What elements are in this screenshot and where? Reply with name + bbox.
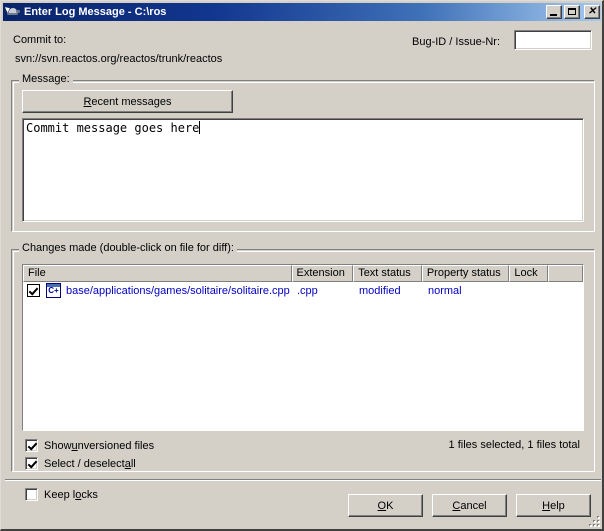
file-cell: C+ base/applications/games/solitaire/soli… — [23, 283, 293, 298]
column-header-text-status[interactable]: Text status — [353, 265, 422, 282]
commit-url-text: svn://svn.reactos.org/reactos/trunk/reac… — [15, 53, 223, 65]
maximize-button[interactable] — [564, 5, 580, 19]
show-unversioned-files-checkbox[interactable]: Show u nversioned files — [25, 439, 154, 452]
footer-separator — [5, 479, 601, 481]
cancel-accel: C — [452, 499, 461, 512]
select-deselect-all-checkbox[interactable]: Select / deselect a ll — [25, 457, 136, 470]
window-title: Enter Log Message - C:\ros — [24, 6, 167, 18]
bug-id-label: Bug-ID / Issue-Nr: — [412, 36, 501, 48]
list-header: File Extension Text status Property status L… — [23, 265, 583, 282]
ok-label: K — [386, 499, 394, 512]
show-unversioned-label-pre: Show — [44, 439, 72, 452]
close-button[interactable]: ✕ — [584, 5, 600, 19]
help-accel: H — [542, 499, 551, 512]
list-body[interactable]: C+ base/applications/games/solitaire/soli… — [23, 282, 583, 430]
column-header-extension[interactable]: Extension — [291, 265, 354, 282]
cancel-label: ancel — [460, 499, 487, 512]
column-header-lock[interactable]: Lock — [509, 265, 549, 282]
file-path: base/applications/games/solitaire/solita… — [66, 284, 290, 297]
bug-id-input[interactable] — [514, 30, 592, 50]
select-deselect-label-pre: Select / deselect — [44, 457, 125, 470]
tortoisesvn-icon — [4, 4, 21, 20]
recent-messages-label: ecent messages — [91, 95, 172, 108]
column-header-property-status[interactable]: Property status — [421, 265, 510, 282]
minimize-button[interactable] — [546, 5, 562, 19]
keep-locks-label-pre: Keep l — [44, 488, 76, 501]
select-deselect-checkbox-box[interactable] — [25, 457, 38, 470]
title-bar[interactable]: Enter Log Message - C:\ros ✕ — [3, 3, 601, 21]
keep-locks-checkbox[interactable]: Keep l o cks — [25, 488, 98, 501]
keep-locks-checkbox-box[interactable] — [25, 488, 38, 501]
enter-log-message-dialog: Enter Log Message - C:\ros ✕ Commit to: … — [0, 0, 604, 531]
commit-to-label: Commit to: — [13, 34, 67, 46]
message-groupbox-title: Message: — [19, 73, 73, 85]
changes-groupbox-title: Changes made (double-click on file for d… — [19, 242, 237, 254]
show-unversioned-checkbox-box[interactable] — [25, 439, 38, 452]
recent-messages-accel: R — [83, 95, 92, 108]
resize-grip[interactable] — [586, 513, 600, 527]
extension-cell: .cpp — [297, 284, 318, 297]
message-textarea[interactable]: Commit message goes here — [22, 118, 584, 222]
keep-locks-label-post: cks — [81, 488, 98, 501]
ok-button[interactable]: OK — [348, 494, 423, 517]
text-status-cell: modified — [359, 284, 401, 297]
column-header-blank[interactable] — [548, 265, 583, 282]
text-caret — [199, 121, 201, 134]
property-status-cell: normal — [428, 284, 462, 297]
recent-messages-button[interactable]: Recent messages — [22, 90, 233, 113]
cancel-button[interactable]: Cancel — [432, 494, 507, 517]
help-button[interactable]: Help — [516, 494, 591, 517]
show-unversioned-label-post: nversioned files — [77, 439, 155, 452]
changes-file-list[interactable]: File Extension Text status Property status L… — [22, 264, 584, 431]
row-checkbox[interactable] — [27, 284, 40, 297]
help-label: elp — [550, 499, 565, 512]
ok-accel: O — [377, 499, 387, 512]
file-count-status: 1 files selected, 1 files total — [448, 439, 580, 451]
table-row[interactable]: C+ base/applications/games/solitaire/soli… — [23, 282, 583, 299]
column-header-file[interactable]: File — [23, 265, 292, 282]
message-text: Commit message goes here — [26, 121, 200, 135]
cpp-file-icon: C+ — [46, 283, 61, 298]
select-deselect-label-post: ll — [130, 457, 136, 470]
